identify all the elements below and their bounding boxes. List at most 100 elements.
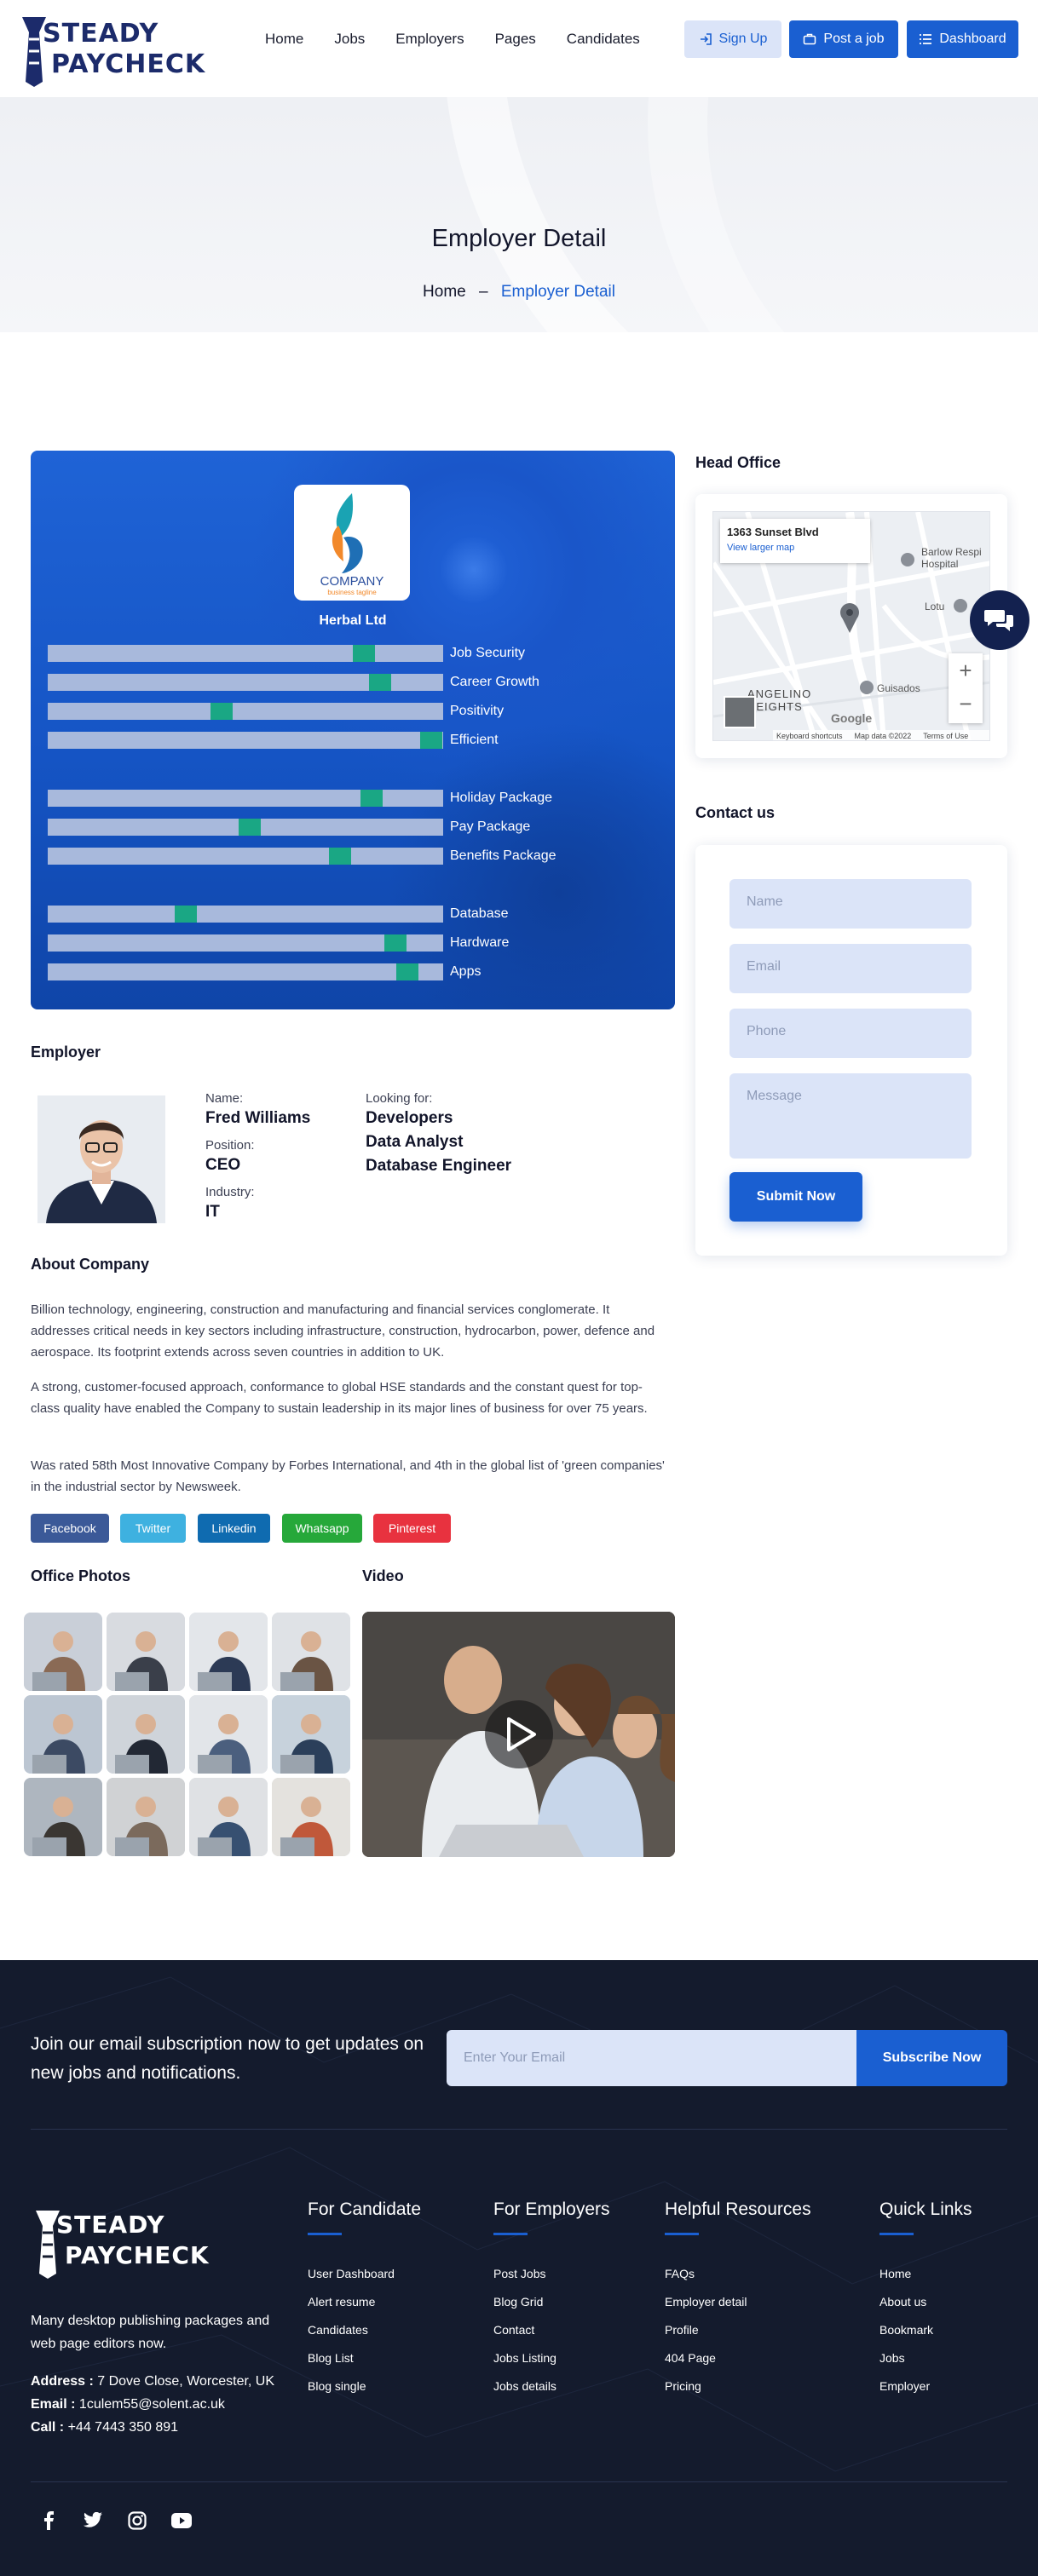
phone-input[interactable]: Phone — [729, 1009, 972, 1058]
company-video[interactable] — [362, 1612, 675, 1857]
view-larger-map-link[interactable]: View larger map — [727, 543, 863, 553]
subscribe-text: Join our email subscription now to get u… — [31, 2034, 424, 2083]
footer-link[interactable]: Jobs Listing — [493, 2351, 556, 2365]
whatsapp-button[interactable]: Whatsapp — [282, 1514, 362, 1543]
employer-industry-label: Industry: — [205, 1185, 255, 1199]
page-banner: Employer Detail Home – Employer Detail — [0, 97, 1038, 332]
about-title: About Company — [31, 1256, 149, 1273]
facebook-icon[interactable] — [37, 2510, 60, 2532]
footer-link[interactable]: Employer detail — [665, 2295, 747, 2309]
office-photo[interactable] — [189, 1695, 268, 1774]
office-map[interactable]: 1363 Sunset Blvd View larger map Barlow … — [712, 511, 990, 741]
zoom-in-icon[interactable]: + — [949, 653, 983, 688]
rating-bar — [48, 906, 443, 923]
rating-marker — [175, 906, 197, 923]
employer-name-label: Name: — [205, 1091, 244, 1106]
footer-column-underline — [308, 2233, 342, 2235]
zoom-out-icon[interactable]: − — [949, 688, 983, 723]
about-paragraph: Was rated 58th Most Innovative Company b… — [31, 1458, 665, 1494]
nav-candidates[interactable]: Candidates — [551, 29, 655, 49]
nav-pages[interactable]: Pages — [480, 29, 551, 49]
rating-bar — [48, 848, 443, 865]
footer-link[interactable]: 404 Page — [665, 2351, 716, 2365]
rating-bar — [48, 703, 443, 720]
company-name: Herbal Ltd — [319, 613, 387, 628]
footer-logo-line1: STEADY — [56, 2211, 165, 2239]
footer-link[interactable]: Jobs details — [493, 2379, 556, 2393]
post-job-button[interactable]: Post a job — [789, 20, 898, 58]
footer-link[interactable]: About us — [879, 2295, 926, 2309]
youtube-icon[interactable] — [170, 2510, 193, 2532]
footer-link[interactable]: Bookmark — [879, 2323, 933, 2337]
map-satellite-toggle[interactable] — [724, 696, 756, 728]
email-input[interactable]: Email — [729, 944, 972, 993]
map-label-guisados: Guisados — [877, 682, 920, 694]
subscribe-email-input[interactable]: Enter Your Email — [447, 2030, 857, 2086]
footer-link[interactable]: Blog List — [308, 2351, 354, 2365]
signup-button[interactable]: Sign Up — [684, 20, 781, 58]
name-input[interactable]: Name — [729, 879, 972, 929]
office-photo[interactable] — [107, 1695, 185, 1774]
office-photo[interactable] — [24, 1778, 102, 1856]
rating-label: Career Growth — [450, 675, 539, 689]
office-photo[interactable] — [24, 1695, 102, 1774]
footer-address: Address : 7 Dove Close, Worcester, UK — [31, 2374, 274, 2389]
address-label: Address : — [31, 2374, 94, 2389]
instagram-icon[interactable] — [126, 2510, 148, 2532]
twitter-icon[interactable] — [82, 2510, 104, 2532]
footer-link[interactable]: Alert resume — [308, 2295, 375, 2309]
linkedin-button[interactable]: Linkedin — [198, 1514, 270, 1543]
footer-link[interactable]: User Dashboard — [308, 2267, 395, 2280]
email-value[interactable]: 1culem55@solent.ac.uk — [79, 2397, 225, 2412]
footer-link[interactable]: Blog single — [308, 2379, 366, 2393]
rating-marker — [369, 674, 391, 691]
employer-title: Employer — [31, 1044, 101, 1061]
rating-marker — [384, 934, 407, 952]
footer-column-title: Quick Links — [879, 2199, 972, 2219]
office-photo[interactable] — [107, 1778, 185, 1856]
footer-link[interactable]: FAQs — [665, 2267, 695, 2280]
office-photo[interactable] — [107, 1613, 185, 1691]
footer-column-title: For Employers — [493, 2199, 610, 2219]
breadcrumb-home[interactable]: Home — [423, 283, 466, 301]
map-terms[interactable]: Terms of Use — [923, 732, 968, 740]
twitter-button[interactable]: Twitter — [120, 1514, 186, 1543]
subscribe-button[interactable]: Subscribe Now — [856, 2030, 1007, 2086]
nav-home[interactable]: Home — [250, 29, 319, 49]
rating-bar — [48, 674, 443, 691]
nav-jobs[interactable]: Jobs — [319, 29, 380, 49]
employer-portrait — [37, 1095, 165, 1223]
office-photo[interactable] — [272, 1695, 350, 1774]
submit-button[interactable]: Submit Now — [729, 1172, 862, 1222]
footer-link[interactable]: Contact — [493, 2323, 534, 2337]
site-logo[interactable]: STEADY PAYCHECK — [17, 14, 205, 87]
office-photo[interactable] — [24, 1613, 102, 1691]
facebook-button[interactable]: Facebook — [31, 1514, 109, 1543]
office-photo[interactable] — [272, 1778, 350, 1856]
office-photo[interactable] — [189, 1778, 268, 1856]
pinterest-button[interactable]: Pinterest — [373, 1514, 451, 1543]
nav-employers[interactable]: Employers — [380, 29, 479, 49]
office-photo[interactable] — [272, 1613, 350, 1691]
logo-line1: STEADY — [43, 19, 159, 49]
footer-link[interactable]: Candidates — [308, 2323, 368, 2337]
footer-link[interactable]: Profile — [665, 2323, 699, 2337]
office-photo[interactable] — [189, 1613, 268, 1691]
footer-link[interactable]: Jobs — [879, 2351, 905, 2365]
footer-link[interactable]: Post Jobs — [493, 2267, 545, 2280]
breadcrumb-separator: – — [479, 283, 488, 301]
footer-link[interactable]: Home — [879, 2267, 911, 2280]
rating-label: Hardware — [450, 935, 510, 950]
call-value[interactable]: +44 7443 350 891 — [68, 2420, 178, 2435]
office-photos-title: Office Photos — [31, 1567, 131, 1584]
footer-column-underline — [493, 2233, 528, 2235]
footer-link[interactable]: Pricing — [665, 2379, 701, 2393]
dashboard-button[interactable]: Dashboard — [907, 20, 1018, 58]
map-keyboard-shortcuts[interactable]: Keyboard shortcuts — [776, 732, 843, 740]
footer-link[interactable]: Blog Grid — [493, 2295, 543, 2309]
footer-link[interactable]: Employer — [879, 2379, 930, 2393]
rating-bar — [48, 790, 443, 807]
message-input[interactable]: Message — [729, 1073, 972, 1159]
chat-button[interactable] — [970, 590, 1029, 650]
footer-logo[interactable]: STEADY PAYCHECK — [31, 2207, 209, 2279]
